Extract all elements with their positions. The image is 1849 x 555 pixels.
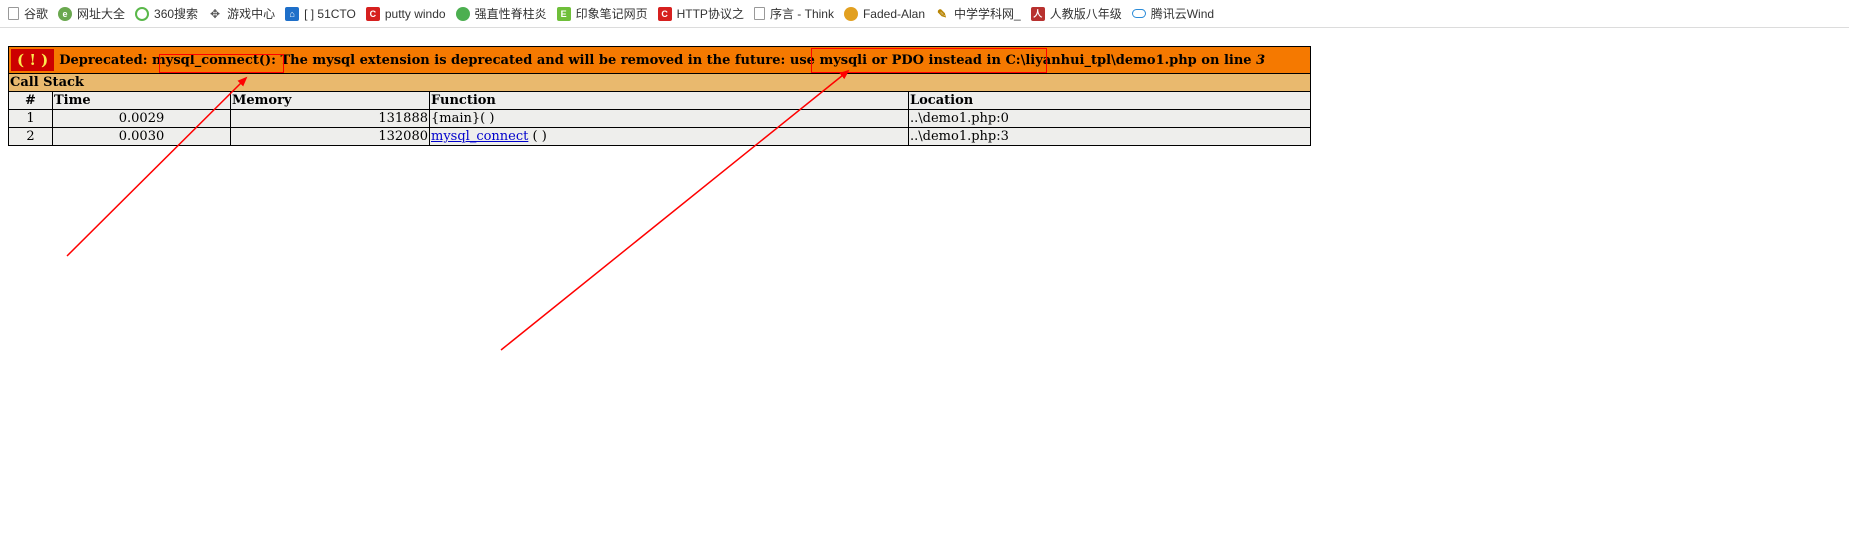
- globe-icon: e: [58, 6, 73, 21]
- gamepad-icon: ✥: [210, 6, 221, 21]
- evernote-icon: E: [556, 6, 571, 21]
- cell-index: 1: [8, 109, 53, 128]
- table-row: 2 0.0030 132080 mysql_connect ( ) ..\dem…: [8, 127, 1312, 146]
- bookmark-label: 腾讯云Wind: [1150, 7, 1215, 21]
- bookmark-51cto[interactable]: ⌂ [ ] 51CTO: [285, 6, 356, 21]
- bookmark-360-search[interactable]: 360搜索: [135, 5, 198, 22]
- bookmark-game-center[interactable]: ✥ 游戏中心: [208, 5, 275, 22]
- bookmark-label: 谷歌: [24, 7, 49, 21]
- call-stack-header-row: # Time Memory Function Location: [8, 91, 1312, 110]
- bookmark-google[interactable]: 谷歌: [8, 5, 48, 22]
- green-leaf-icon: [455, 6, 470, 21]
- function-parens: ( ): [528, 129, 547, 144]
- bookmark-faded-alan[interactable]: Faded-Alan: [843, 6, 926, 21]
- page-icon: [753, 7, 765, 20]
- cell-memory: 131888: [230, 109, 430, 128]
- error-suggestion: use mysqli or PDO instead: [789, 52, 983, 68]
- error-line: 3: [1256, 52, 1266, 68]
- bookmark-think[interactable]: 序言 - Think: [753, 5, 834, 22]
- function-name: {main}: [431, 111, 481, 126]
- bookmark-label: 游戏中心: [227, 7, 276, 21]
- error-message: ( ! ) Deprecated: mysql_connect(): The my…: [7, 46, 1312, 74]
- bookmark-label: putty windo: [384, 6, 446, 21]
- error-function: mysql_connect():: [152, 52, 276, 68]
- page-icon: [8, 7, 19, 20]
- error-level: Deprecated:: [59, 52, 153, 68]
- bookmark-zxxk[interactable]: ✎ 中学学科网_: [935, 5, 1021, 22]
- bookmark-evernote[interactable]: E 印象笔记网页: [556, 5, 648, 22]
- cell-location: ..\demo1.php:3: [907, 127, 1312, 146]
- bookmark-label: 人教版八年级: [1049, 7, 1122, 21]
- cell-time: 0.0029: [52, 109, 231, 128]
- bookmark-http[interactable]: C HTTP协议之: [657, 5, 744, 22]
- cell-time: 0.0030: [52, 127, 231, 146]
- bookmark-label: 网址大全: [77, 7, 126, 21]
- cloud-icon: [1131, 9, 1146, 18]
- bookmark-label: 360搜索: [154, 7, 199, 21]
- cell-location: ..\demo1.php:0: [907, 109, 1312, 128]
- cell-index: 2: [8, 127, 53, 146]
- bookmark-as[interactable]: 强直性脊柱炎: [455, 5, 547, 22]
- c-logo-icon: C: [657, 6, 672, 21]
- cell-memory: 132080: [230, 127, 430, 146]
- pep-icon: 人: [1030, 6, 1045, 21]
- function-doc-link[interactable]: mysql_connect: [431, 129, 528, 144]
- warning-icon: ( ! ): [11, 49, 55, 71]
- bookmark-tencent-cloud[interactable]: 腾讯云Wind: [1131, 5, 1215, 22]
- house-icon: ⌂: [285, 6, 300, 21]
- bookmark-label: 序言 - Think: [769, 7, 834, 21]
- error-description: The mysql extension is deprecated and wi…: [275, 52, 790, 68]
- bookmark-label: 强直性脊柱炎: [474, 7, 547, 21]
- bookmarks-bar: 谷歌 e 网址大全 360搜索 ✥ 游戏中心 ⌂ [ ] 51CTO Cputty w…: [0, 0, 1849, 28]
- call-stack-title: Call Stack: [7, 73, 1312, 92]
- header-index: #: [8, 91, 53, 110]
- bookmark-url-directory[interactable]: e 网址大全: [58, 5, 125, 22]
- bookmark-label: 中学学科网_: [954, 7, 1021, 21]
- header-memory: Memory: [230, 91, 430, 110]
- 360-icon: [135, 6, 150, 21]
- bookmark-label: 印象笔记网页: [575, 7, 648, 21]
- cell-function: mysql_connect ( ): [429, 127, 909, 146]
- bookmark-label: [ ] 51CTO: [304, 6, 356, 21]
- bookmark-pep[interactable]: 人人教版八年级: [1030, 5, 1122, 22]
- bookmark-label: HTTP协议之: [676, 7, 744, 21]
- error-location: in C:\liyanhui_tpl\demo1.php on line: [982, 52, 1257, 68]
- table-row: 1 0.0029 131888 {main}( ) ..\demo1.php:0: [8, 109, 1312, 128]
- header-location: Location: [907, 91, 1312, 110]
- call-stack-title-row: Call Stack: [7, 73, 1312, 92]
- error-message-row: ( ! ) Deprecated: mysql_connect(): The my…: [7, 46, 1312, 74]
- xdebug-error-table: ( ! ) Deprecated: mysql_connect(): The my…: [7, 46, 1312, 146]
- header-function: Function: [429, 91, 909, 110]
- bookmark-putty[interactable]: Cputty windo: [365, 6, 446, 21]
- c-logo-icon: C: [365, 6, 380, 21]
- function-parens: ( ): [480, 111, 495, 126]
- cell-function: {main}( ): [429, 109, 909, 128]
- faded-icon: [843, 6, 858, 21]
- education-icon: ✎: [935, 6, 950, 21]
- header-time: Time: [52, 91, 231, 110]
- bookmark-label: Faded-Alan: [862, 6, 926, 21]
